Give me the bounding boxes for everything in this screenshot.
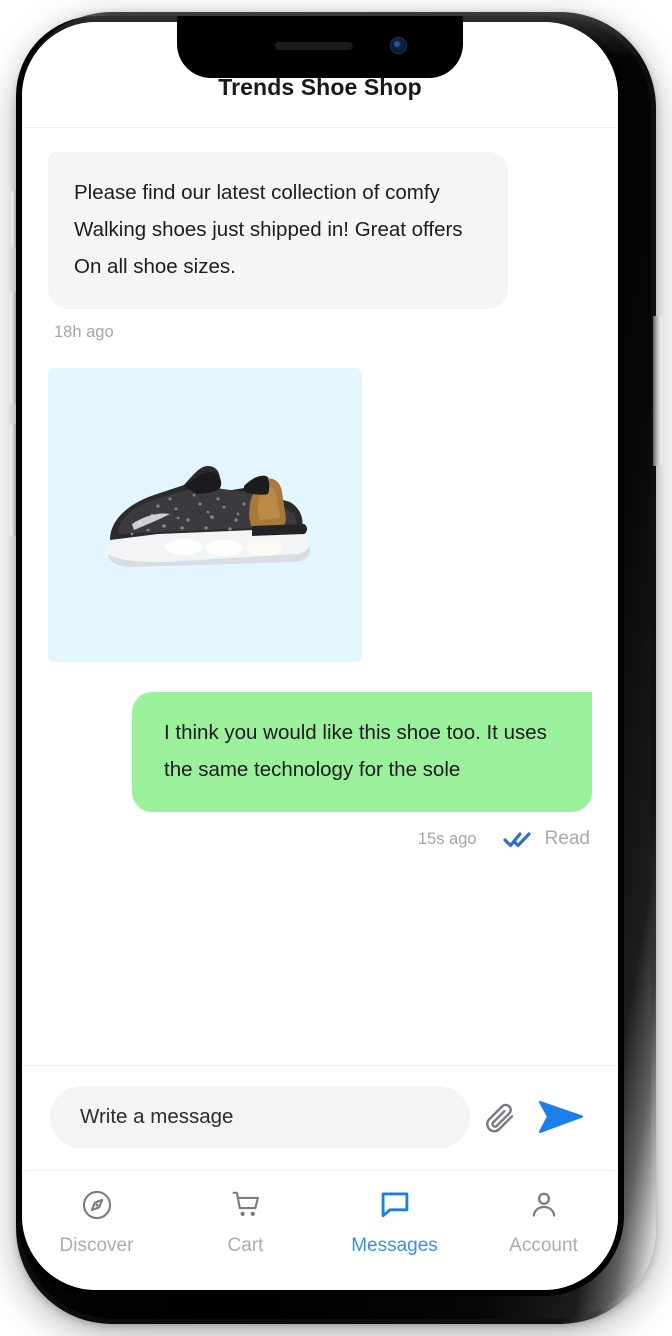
- message-timestamp-outgoing: 15s ago: [417, 829, 477, 848]
- earpiece-speaker-icon: [274, 42, 353, 50]
- chat-bubble-icon: [378, 1188, 412, 1225]
- paperclip-icon: [486, 1103, 514, 1133]
- double-check-icon: [502, 832, 531, 848]
- tab-messages[interactable]: Messages: [320, 1187, 469, 1258]
- message-timestamp-incoming: 18h ago: [54, 323, 114, 341]
- read-receipt: Read: [502, 828, 590, 850]
- tab-discover[interactable]: Discover: [22, 1187, 171, 1258]
- bottom-navigation: Discover Cart Messages Account: [22, 1170, 618, 1290]
- tab-account[interactable]: Account: [469, 1187, 618, 1258]
- message-bubble-incoming[interactable]: Please find our latest collection of com…: [48, 152, 508, 309]
- app-screen: Trends Shoe Shop Please find our latest …: [22, 22, 618, 1290]
- message-attachment-image[interactable]: [48, 368, 362, 662]
- tab-label-cart: Cart: [227, 1235, 264, 1256]
- message-outgoing: I think you would like this shoe too. It…: [48, 692, 592, 850]
- tab-label-discover: Discover: [59, 1235, 134, 1256]
- send-button[interactable]: [530, 1087, 590, 1147]
- tab-label-account: Account: [509, 1235, 578, 1256]
- shopping-cart-icon: [229, 1188, 263, 1225]
- phone-bezel: Trends Shoe Shop Please find our latest …: [16, 16, 624, 1296]
- message-bubble-outgoing[interactable]: I think you would like this shoe too. It…: [132, 692, 592, 812]
- chat-message-list[interactable]: Please find our latest collection of com…: [22, 128, 618, 1065]
- screenshot-canvas: Trends Shoe Shop Please find our latest …: [0, 0, 672, 1336]
- message-composer: [22, 1065, 618, 1170]
- read-status-label: Read: [544, 828, 590, 849]
- notch: [177, 16, 463, 78]
- send-icon: [538, 1100, 584, 1134]
- power-button[interactable]: [653, 316, 662, 466]
- compass-icon: [80, 1188, 114, 1225]
- attach-button[interactable]: [470, 1087, 530, 1147]
- tab-label-messages: Messages: [351, 1235, 438, 1256]
- person-icon: [527, 1188, 561, 1225]
- page-title: Trends Shoe Shop: [218, 74, 422, 100]
- message-meta-outgoing: 15s ago Read: [418, 828, 590, 850]
- front-camera-icon: [390, 37, 407, 54]
- shoe-photo-icon: [105, 466, 310, 567]
- message-incoming: Please find our latest collection of com…: [48, 152, 592, 662]
- message-input[interactable]: [50, 1086, 470, 1148]
- tab-cart[interactable]: Cart: [171, 1187, 320, 1258]
